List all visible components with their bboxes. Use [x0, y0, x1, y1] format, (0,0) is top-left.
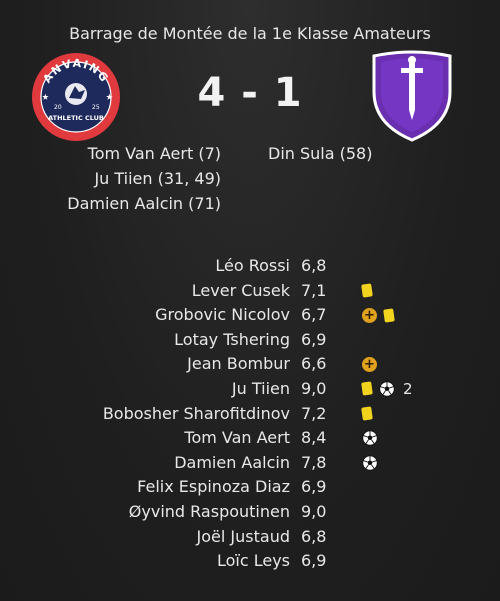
player-name: Jean Bombur: [187, 354, 290, 374]
goal-ball-icon: [362, 430, 378, 446]
goal-ball-icon: [362, 455, 378, 471]
player-rating: 9,0: [301, 378, 327, 398]
player-row[interactable]: Joël Justaud 6,8: [0, 525, 500, 550]
player-name: Damien Aalcin: [174, 452, 290, 472]
player-name: Bobosher Sharofitdinov: [102, 403, 290, 423]
player-rating: 6,8: [301, 256, 327, 275]
player-event-icons: 2: [361, 379, 413, 398]
player-name: Lever Cusek: [191, 280, 290, 300]
home-scorers: Tom Van Aert (7) Ju Tiien (31, 49) Damie…: [67, 141, 221, 216]
player-rating: 6,7: [301, 305, 327, 325]
player-event-icons: [362, 454, 378, 472]
player-name: Loïc Leys: [216, 551, 290, 571]
player-row[interactable]: Loïc Leys 6,9: [0, 549, 500, 574]
scorer-home-2: Ju Tiien (31, 49): [94, 169, 221, 188]
player-row[interactable]: Øyvind Raspoutinen 9,0: [0, 500, 500, 525]
player-name: Lotay Tshering: [174, 329, 290, 349]
player-event-icons: [361, 282, 373, 300]
scorer-home-1: Tom Van Aert (7): [87, 144, 221, 163]
player-event-icons: +: [362, 355, 377, 373]
player-rating: 7,1: [301, 280, 327, 300]
player-event-icons: [361, 405, 373, 423]
player-row[interactable]: Tom Van Aert 8,4: [0, 426, 500, 451]
player-event-icons: [362, 429, 378, 447]
yellow-card-icon: [361, 381, 373, 397]
yellow-card-icon: [361, 283, 373, 298]
away-team-crest: [372, 50, 452, 142]
away-scorers: Din Sula (58): [268, 141, 372, 166]
player-row[interactable]: Felix Espinoza Diaz 6,9: [0, 475, 500, 500]
player-rating: 6,8: [301, 526, 327, 546]
player-rating: 7,8: [301, 452, 327, 472]
player-name: Tom Van Aert: [184, 428, 290, 448]
player-rating: 6,6: [301, 354, 327, 374]
player-row[interactable]: Jean Bombur 6,6 +: [0, 352, 500, 377]
player-row[interactable]: Grobovic Nicolov 6,7 +: [0, 303, 500, 328]
goal-ball-icon: [379, 381, 395, 397]
player-rating: 7,2: [301, 403, 327, 423]
player-row[interactable]: Bobosher Sharofitdinov 7,2: [0, 402, 500, 427]
substitution-icon: +: [362, 356, 377, 372]
player-rating: 6,9: [301, 551, 327, 571]
player-rating: 8,4: [301, 428, 327, 448]
competition-title: Barrage de Montée de la 1e Klasse Amateu…: [69, 24, 431, 43]
player-row[interactable]: Léo Rossi 6,8: [0, 254, 500, 279]
player-name: Ju Tiien: [231, 378, 290, 398]
goal-count: 2: [403, 379, 413, 398]
player-rating: 6,9: [301, 477, 327, 497]
player-ratings-list: Léo Rossi 6,8 Lever Cusek 7,1 Grobovic Nicol…: [0, 254, 500, 574]
player-event-icons: +: [362, 306, 395, 324]
player-rating: 9,0: [301, 501, 327, 521]
player-row[interactable]: Lever Cusek 7,1: [0, 279, 500, 304]
player-rating: 6,9: [301, 329, 327, 349]
scorer-home-3: Damien Aalcin (71): [67, 194, 221, 213]
player-row[interactable]: Lotay Tshering 6,9: [0, 328, 500, 353]
scorer-away-1: Din Sula (58): [268, 144, 373, 163]
player-row[interactable]: Ju Tiien 9,0 2: [0, 377, 500, 402]
substitution-icon: +: [362, 307, 377, 323]
player-name: Felix Espinoza Diaz: [137, 477, 290, 497]
yellow-card-icon: [361, 406, 373, 421]
player-name: Joël Justaud: [196, 526, 290, 546]
player-name: Grobovic Nicolov: [155, 305, 290, 325]
player-name: Øyvind Raspoutinen: [128, 501, 290, 521]
player-name: Léo Rossi: [215, 256, 290, 275]
yellow-card-icon: [383, 308, 395, 323]
player-row[interactable]: Damien Aalcin 7,8: [0, 451, 500, 476]
